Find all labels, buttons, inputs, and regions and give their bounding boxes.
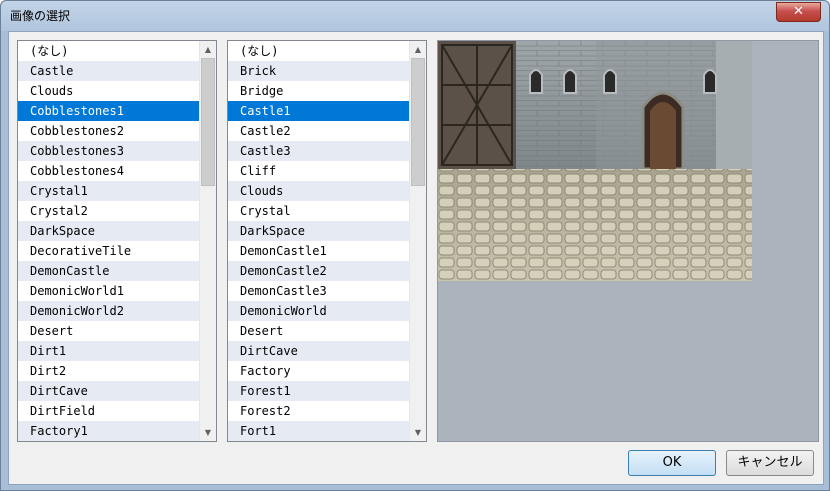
list-item[interactable]: Desert: [18, 321, 200, 341]
list-item[interactable]: DirtCave: [228, 341, 410, 361]
battleback1-listbox[interactable]: (なし) Castle Clouds Cobblestones1 Cobblestone…: [17, 40, 217, 442]
list-item[interactable]: DemonCastle2: [228, 261, 410, 281]
list-item[interactable]: DarkSpace: [228, 221, 410, 241]
scroll-up-arrow-icon[interactable]: ▲: [200, 41, 216, 58]
list-item[interactable]: DirtCave: [18, 381, 200, 401]
list-item[interactable]: Forest1: [228, 381, 410, 401]
scroll-down-arrow-icon[interactable]: ▼: [410, 424, 426, 441]
list-item[interactable]: Cobblestones3: [18, 141, 200, 161]
list-item[interactable]: Fort1: [228, 421, 410, 441]
list-item[interactable]: Clouds: [18, 81, 200, 101]
list-item[interactable]: Cobblestones4: [18, 161, 200, 181]
cancel-button[interactable]: キャンセル: [726, 450, 814, 476]
list-item[interactable]: Factory: [228, 361, 410, 381]
right-list-scrollbar[interactable]: ▲ ▼: [409, 41, 426, 441]
battleback1-items: (なし) Castle Clouds Cobblestones1 Cobblestone…: [18, 41, 200, 441]
list-item[interactable]: (なし): [228, 41, 410, 61]
scroll-up-arrow-icon[interactable]: ▲: [410, 41, 426, 58]
battleback2-listbox[interactable]: (なし) Brick Bridge Castle1 Castle2 Castle3 Clif…: [227, 40, 427, 442]
list-item[interactable]: Castle1: [228, 101, 410, 121]
castle-courtyard-image: [438, 41, 752, 281]
list-item[interactable]: Factory1: [18, 421, 200, 441]
list-item[interactable]: DemonicWorld: [228, 301, 410, 321]
image-preview-panel: [437, 40, 819, 442]
scroll-thumb[interactable]: [411, 58, 425, 186]
list-item[interactable]: Cobblestones2: [18, 121, 200, 141]
list-item[interactable]: DemonicWorld1: [18, 281, 200, 301]
list-item[interactable]: DirtField: [18, 401, 200, 421]
list-item[interactable]: (なし): [18, 41, 200, 61]
list-item[interactable]: DemonicWorld2: [18, 301, 200, 321]
list-item[interactable]: Crystal1: [18, 181, 200, 201]
list-item[interactable]: DemonCastle3: [228, 281, 410, 301]
dialog-client-area: (なし) Castle Clouds Cobblestones1 Cobblestone…: [8, 31, 824, 485]
list-item[interactable]: Castle3: [228, 141, 410, 161]
list-item[interactable]: Cobblestones1: [18, 101, 200, 121]
list-item[interactable]: Castle2: [228, 121, 410, 141]
list-item[interactable]: Bridge: [228, 81, 410, 101]
list-item[interactable]: Brick: [228, 61, 410, 81]
list-item[interactable]: DecorativeTile: [18, 241, 200, 261]
list-item[interactable]: DemonCastle1: [228, 241, 410, 261]
list-item[interactable]: Crystal2: [18, 201, 200, 221]
list-item[interactable]: Dirt1: [18, 341, 200, 361]
window-title: 画像の選択: [10, 9, 71, 23]
title-bar[interactable]: 画像の選択 ✕: [1, 1, 829, 31]
ok-button[interactable]: OK: [628, 450, 716, 476]
dialog-window: 画像の選択 ✕ (なし) Castle Clouds Cobblestones1 Cob…: [0, 0, 830, 491]
left-list-scrollbar[interactable]: ▲ ▼: [199, 41, 216, 441]
close-button[interactable]: ✕: [776, 2, 821, 22]
list-item[interactable]: DarkSpace: [18, 221, 200, 241]
list-item[interactable]: Forest2: [228, 401, 410, 421]
list-item[interactable]: Desert: [228, 321, 410, 341]
list-item[interactable]: Clouds: [228, 181, 410, 201]
scroll-thumb[interactable]: [201, 58, 215, 186]
scroll-down-arrow-icon[interactable]: ▼: [200, 424, 216, 441]
battleback2-items: (なし) Brick Bridge Castle1 Castle2 Castle3 Clif…: [228, 41, 410, 441]
list-item[interactable]: DemonCastle: [18, 261, 200, 281]
list-item[interactable]: Dirt2: [18, 361, 200, 381]
list-item[interactable]: Castle: [18, 61, 200, 81]
list-item[interactable]: Crystal: [228, 201, 410, 221]
list-item[interactable]: Cliff: [228, 161, 410, 181]
close-icon: ✕: [793, 4, 804, 19]
